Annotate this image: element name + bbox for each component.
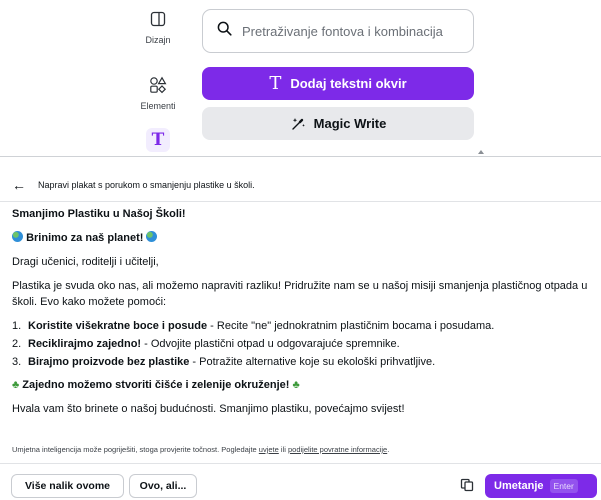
enter-shortcut-badge: Enter [549,479,578,493]
list-number: 2. [12,338,22,350]
terms-link[interactable]: uvjete [259,445,279,454]
disclaimer-text: ili [278,445,288,454]
tip-title: Birajmo proizvode bez plastike [28,356,190,368]
copy-button[interactable] [458,477,476,495]
seedling-icon: ♣ [292,379,300,391]
list-item: 3. Birajmo proizvode bez plastike - Potr… [12,354,594,370]
list-item: 1. Koristite višekratne boce i posude - … [12,318,594,334]
slogan-row: ♣ Zajedno možemo stvoriti čišće i zeleni… [12,377,594,393]
yes-but-button[interactable]: Ovo, ali... [129,474,197,498]
tip-text: - Potražite alternative koje su ekološki… [189,356,436,368]
poster-heading: Smanjimo Plastiku u Našoj Školi! [12,208,186,220]
magic-write-label: Magic Write [313,116,387,131]
insert-button[interactable]: Umetanje Enter [485,474,597,498]
back-arrow-icon[interactable]: ← [12,178,26,192]
text-icon: T [269,72,282,94]
seedling-icon: ♣ [12,379,20,391]
divider [0,201,601,202]
font-search-box[interactable] [202,9,474,53]
poster-subheading-row: Brinimo za naš planet! [12,230,594,246]
closing-text: Hvala vam što brinete o našoj budućnosti… [12,403,405,415]
globe-icon [146,231,158,242]
sidebar-item-label: Dizajn [145,35,171,45]
search-icon [217,21,232,41]
copy-icon [460,478,474,491]
intro-paragraph: Plastika je svuda oko nas, ali možemo na… [12,280,588,308]
insert-label: Umetanje [494,480,544,492]
tips-list: 1. Koristite višekratne boce i posude - … [12,318,594,370]
sidebar-item-label: Elementi [140,101,176,111]
feedback-link[interactable]: podijelite povratne informacije [288,445,387,454]
slogan: Zajedno možemo stvoriti čišće i zelenije… [22,379,290,391]
add-text-box-button[interactable]: T Dodaj tekstni okvir [202,67,474,100]
poster-subheading: Brinimo za naš planet! [26,232,144,244]
tip-text: - Odvojite plastični otpad u odgovarajuć… [141,338,400,350]
generated-text: Smanjimo Plastiku u Našoj Školi! Brinimo… [12,206,594,425]
sidebar-item-design[interactable]: Dizajn [120,6,196,45]
globe-icon [12,231,23,242]
tip-title: Reciklirajmo zajedno! [28,338,142,350]
magic-write-button[interactable]: Magic Write [202,107,474,140]
list-number: 3. [12,356,22,368]
sidebar-item-text[interactable]: T [120,128,196,152]
divider [0,463,601,464]
prompt-text: Napravi plakat s porukom o smanjenju pla… [38,180,255,190]
magic-wand-icon [291,117,305,130]
editor-top-area: Dizajn Elementi T T Dodaj tekstni okvir [0,0,601,156]
prompt-row: ← Napravi plakat s porukom o smanjenju p… [12,177,255,193]
shapes-icon [145,72,171,98]
disclaimer-text: Umjetna inteligencija može pogriješiti, … [12,445,259,454]
add-text-box-label: Dodaj tekstni okvir [290,76,407,91]
tip-title: Koristite višekratne boce i posude [28,320,208,332]
scroll-caret-icon[interactable] [478,150,484,154]
tip-text: - Recite "ne" jednokratnim plastičnim bo… [207,320,495,332]
text-icon: T [146,128,170,152]
list-item: 2. Reciklirajmo zajedno! - Odvojite plas… [12,336,594,352]
layout-icon [145,6,171,32]
search-input[interactable] [242,23,462,39]
list-number: 1. [12,320,22,332]
ai-disclaimer: Umjetna inteligencija može pogriješiti, … [12,445,389,454]
greeting: Dragi učenici, roditelji i učitelji, [12,256,159,268]
more-like-this-button[interactable]: Više nalik ovome [11,474,124,498]
sidebar-item-elements[interactable]: Elementi [120,72,196,111]
magic-write-panel: ← Napravi plakat s porukom o smanjenju p… [0,156,601,500]
disclaimer-text: . [387,445,390,454]
